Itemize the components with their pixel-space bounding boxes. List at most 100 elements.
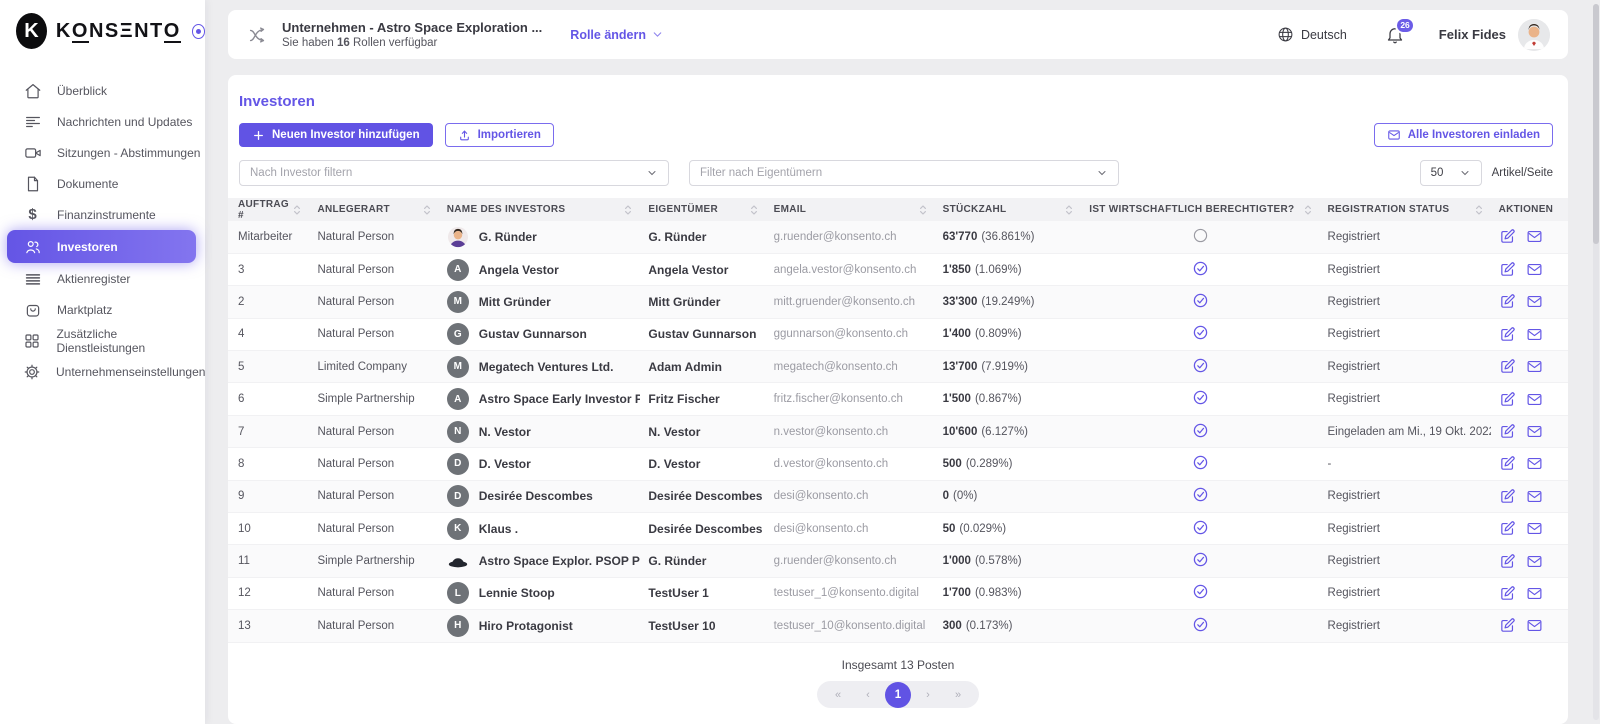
edit-investor-button[interactable] — [1499, 488, 1516, 505]
sort-icon[interactable] — [423, 204, 431, 216]
email-investor-button[interactable] — [1526, 520, 1543, 537]
column-header[interactable]: Registration Status — [1320, 198, 1491, 221]
email-investor-button[interactable] — [1526, 553, 1543, 570]
investor-name-cell[interactable]: MMitt Gründer — [447, 291, 633, 313]
user-avatar[interactable] — [1518, 19, 1550, 51]
email-investor-button[interactable] — [1526, 391, 1543, 408]
column-header[interactable]: Ist wirtschaftlich Berechtigter? — [1081, 198, 1319, 221]
page-size-select[interactable]: 50 — [1420, 160, 1482, 186]
email-investor-button[interactable] — [1526, 488, 1543, 505]
investor-name-cell[interactable]: DDesirée Descombes — [447, 485, 633, 507]
switch-company-icon[interactable] — [246, 24, 268, 46]
email-investor-button[interactable] — [1526, 455, 1543, 472]
investor-name-cell[interactable]: DD. Vestor — [447, 453, 633, 475]
first-page-button[interactable]: « — [825, 681, 851, 708]
sidebar-item-investoren[interactable]: Investoren — [7, 230, 196, 263]
email-investor-button[interactable] — [1526, 326, 1543, 343]
sidebar-item-marktplatz[interactable]: Marktplatz — [0, 294, 205, 325]
sidebar-item-label: Dokumente — [57, 177, 118, 191]
last-page-button[interactable]: » — [945, 681, 971, 708]
toolbar: Neuen Investor hinzufügen Importieren Al… — [228, 110, 1568, 147]
edit-investor-button[interactable] — [1499, 617, 1516, 634]
sort-icon[interactable] — [1304, 204, 1312, 216]
sort-icon[interactable] — [624, 204, 632, 216]
edit-investor-button[interactable] — [1499, 391, 1516, 408]
email-investor-button[interactable] — [1526, 261, 1543, 278]
email-investor-button[interactable] — [1526, 358, 1543, 375]
previous-page-button[interactable]: ‹ — [855, 681, 881, 708]
language-selector[interactable]: Deutsch — [1277, 26, 1347, 43]
sidebar-item-zusätzliche-dienstleistungen[interactable]: Zusätzliche Dienstleistungen — [0, 325, 205, 356]
column-header[interactable]: Eigentümer — [640, 198, 765, 221]
mail-icon — [1526, 358, 1543, 375]
import-button[interactable]: Importieren — [445, 123, 554, 147]
investor-name-cell[interactable]: G. Ründer — [447, 226, 633, 248]
quantity-cell: 0(0%) — [935, 480, 1082, 512]
email-cell: fritz.fischer@konsento.ch — [766, 383, 935, 415]
edit-investor-button[interactable] — [1499, 228, 1516, 245]
investor-type-cell: Natural Person — [309, 448, 438, 480]
edit-investor-button[interactable] — [1499, 358, 1516, 375]
investor-name-cell[interactable]: LLennie Stoop — [447, 582, 633, 604]
column-header[interactable]: Auftrag # — [228, 198, 309, 221]
sort-icon[interactable] — [919, 204, 927, 216]
investor-name-cell[interactable]: GGustav Gunnarson — [447, 323, 633, 345]
column-header[interactable]: Stückzahl — [935, 198, 1082, 221]
investor-name-cell[interactable]: KKlaus . — [447, 518, 633, 540]
email-investor-button[interactable] — [1526, 423, 1543, 440]
add-investor-button[interactable]: Neuen Investor hinzufügen — [239, 123, 433, 147]
sidebar-item-sitzungen-abstimmungen[interactable]: Sitzungen - Abstimmungen — [0, 137, 205, 168]
email-investor-button[interactable] — [1526, 617, 1543, 634]
investor-name-cell[interactable]: Astro Space Explor. PSOP Pool — [447, 550, 633, 572]
sort-icon[interactable] — [1065, 204, 1073, 216]
edit-investor-button[interactable] — [1499, 423, 1516, 440]
sidebar-item-unternehmenseinstellungen[interactable]: Unternehmenseinstellungen — [0, 356, 205, 387]
email-investor-button[interactable] — [1526, 228, 1543, 245]
sidebar-item-finanzinstrumente[interactable]: $Finanzinstrumente — [0, 199, 205, 230]
next-page-button[interactable]: › — [915, 681, 941, 708]
email-investor-button[interactable] — [1526, 585, 1543, 602]
sidebar-item-aktienregister[interactable]: Aktienregister — [0, 263, 205, 294]
mail-icon — [1526, 228, 1543, 245]
brand-logo[interactable]: K KONSΞNTO — [0, 0, 205, 49]
owner-filter-select[interactable]: Filter nach Eigentümern — [689, 160, 1119, 186]
scrollbar-thumb[interactable] — [1593, 4, 1599, 244]
investor-filter-select[interactable]: Nach Investor filtern — [239, 160, 669, 186]
edit-investor-button[interactable] — [1499, 293, 1516, 310]
column-header[interactable]: Email — [766, 198, 935, 221]
sidebar-item-dokumente[interactable]: Dokumente — [0, 168, 205, 199]
investor-name-cell[interactable]: AAngela Vestor — [447, 259, 633, 281]
investor-name-cell[interactable]: NN. Vestor — [447, 421, 633, 443]
investor-name-cell[interactable]: HHiro Protagonist — [447, 615, 633, 637]
edit-investor-button[interactable] — [1499, 553, 1516, 570]
invite-all-button[interactable]: Alle Investoren einladen — [1374, 123, 1553, 147]
investor-type-cell: Natural Person — [309, 577, 438, 609]
sort-icon[interactable] — [293, 204, 301, 216]
sidebar-item-nachrichten-und-updates[interactable]: Nachrichten und Updates — [0, 106, 205, 137]
target-icon[interactable] — [192, 24, 205, 39]
edit-investor-button[interactable] — [1499, 585, 1516, 602]
column-header[interactable]: Anlegerart — [309, 198, 438, 221]
sidebar-item-überblick[interactable]: Überblick — [0, 75, 205, 106]
table-row: 9Natural PersonDDesirée DescombesDesirée… — [228, 480, 1568, 512]
column-header[interactable]: Name des Investors — [439, 198, 641, 221]
email-cell: angela.vestor@konsento.ch — [766, 253, 935, 285]
edit-investor-button[interactable] — [1499, 520, 1516, 537]
column-header[interactable]: Aktionen — [1491, 198, 1568, 221]
company-switcher[interactable]: Unternehmen - Astro Space Exploration ..… — [282, 20, 542, 49]
owner-cell: Adam Admin — [640, 351, 765, 383]
edit-investor-button[interactable] — [1499, 326, 1516, 343]
role-change-button[interactable]: Rolle ändern — [570, 28, 664, 42]
edit-investor-button[interactable] — [1499, 261, 1516, 278]
notifications-button[interactable]: 26 — [1385, 25, 1405, 45]
sort-icon[interactable] — [750, 204, 758, 216]
beneficial-check-icon — [1192, 292, 1209, 309]
quantity-cell: 33'300(19.249%) — [935, 286, 1082, 318]
investor-name-cell[interactable]: MMegatech Ventures Ltd. — [447, 356, 633, 378]
page-scrollbar[interactable] — [1593, 4, 1599, 720]
investor-name-cell[interactable]: AAstro Space Early Investor Pool — [447, 388, 633, 410]
current-page-button[interactable]: 1 — [885, 682, 911, 708]
email-investor-button[interactable] — [1526, 293, 1543, 310]
edit-investor-button[interactable] — [1499, 455, 1516, 472]
sort-icon[interactable] — [1475, 204, 1483, 216]
